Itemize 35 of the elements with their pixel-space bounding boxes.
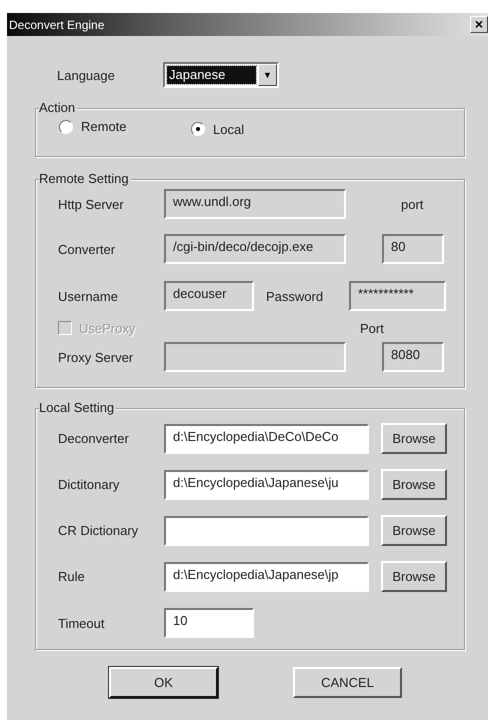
text-field[interactable]: 10: [164, 608, 254, 638]
radio-label: Remote: [81, 119, 127, 134]
radio-label: Local: [213, 122, 244, 136]
field-label: CR Dictionary: [58, 523, 140, 538]
text-field[interactable]: [164, 342, 346, 372]
field-label: Port: [360, 320, 385, 336]
field-label: Language: [57, 68, 116, 82]
browse-button[interactable]: Browse: [381, 423, 447, 454]
close-button[interactable]: ×: [470, 16, 488, 33]
text-field[interactable]: d:\Encyclopedia\DeCo\DeCo: [164, 424, 369, 454]
field-label: Timeout: [58, 616, 106, 630]
radio-button[interactable]: [59, 120, 73, 134]
language-dropdown[interactable]: Japanese ▼: [163, 62, 279, 88]
browse-button[interactable]: Browse: [381, 469, 447, 500]
radio-button[interactable]: [191, 122, 205, 136]
field-label: Converter: [58, 242, 116, 256]
field-label: Rule: [58, 569, 86, 584]
group-title: Local Setting: [39, 400, 116, 416]
field-label: Username: [58, 288, 119, 304]
text-field[interactable]: d:\Encyclopedia\Japanese\ju: [164, 470, 369, 500]
field-label: Dictitonary: [58, 477, 120, 492]
text-field[interactable]: d:\Encyclopedia\Japanese\jp: [164, 562, 369, 592]
field-label: Deconverter: [58, 431, 130, 446]
ok-button[interactable]: OK: [109, 667, 218, 698]
cancel-button[interactable]: CANCEL: [293, 667, 402, 698]
field-label: Password: [266, 288, 324, 304]
field-label: port: [401, 196, 424, 212]
field-label: Http Server: [58, 196, 125, 212]
field-label: UseProxy: [79, 320, 136, 336]
group-title: Remote Setting: [39, 171, 131, 187]
browse-button[interactable]: Browse: [381, 561, 447, 592]
browse-button[interactable]: Browse: [381, 515, 447, 546]
field-label: Proxy Server: [58, 350, 134, 364]
window-title: Deconvert Engine: [8, 18, 104, 32]
text-field[interactable]: [164, 516, 369, 546]
